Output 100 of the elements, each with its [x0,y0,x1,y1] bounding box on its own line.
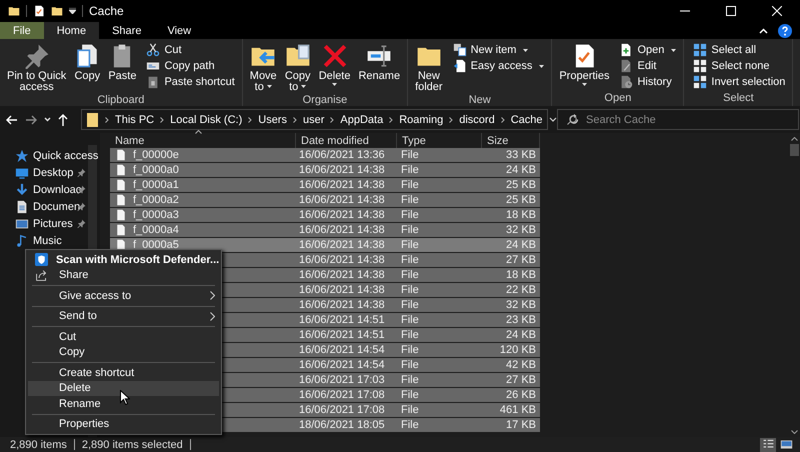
nav-item[interactable]: Downloac [33,184,82,196]
table-cell-text: File [400,254,420,266]
up-icon[interactable] [58,114,68,126]
ribbon-button[interactable]: Rename [355,42,404,83]
file-icon [115,224,127,236]
file-row[interactable]: f_0000a3 16/06/2021 14:38 File 18 KB [110,208,540,222]
ribbon-button[interactable]: Cut [143,42,238,58]
breadcrumb[interactable]: Users [258,114,287,126]
ribbon-button[interactable]: Copy [71,42,104,83]
chevron-right-icon [210,312,215,321]
scroll-down-icon[interactable] [790,430,798,434]
cursor-icon [120,390,130,405]
table-cell-text: 32 KB [505,299,537,311]
ribbon-button[interactable]: Invert selection [690,74,788,90]
forward-icon[interactable] [25,114,37,124]
breadcrumb[interactable]: Local Disk (C:) [170,114,242,126]
ribbon-button[interactable]: Copy to [282,42,314,94]
group-label: Select [722,92,755,106]
file-row[interactable]: f_0000a4 16/06/2021 14:38 File 32 KB [110,223,540,237]
folder-icon[interactable] [51,5,63,17]
properties-icon[interactable] [33,5,45,17]
table-cell-text: File [400,179,420,191]
table-cell-text: 25 KB [505,179,537,191]
ribbon-tab[interactable]: File [0,22,44,39]
breadcrumb[interactable]: AppData [340,114,384,126]
ribbon-button[interactable]: Paste shortcut [143,74,238,90]
folder-icon[interactable] [8,5,20,17]
scroll-thumb[interactable] [790,144,798,156]
table-cell-text: File [400,374,420,386]
ribbon-tab[interactable]: Home [44,22,100,39]
file-row[interactable]: f_00000e 16/06/2021 13:36 File 33 KB [110,148,540,162]
table-cell: f_0000a4 [133,224,179,236]
ribbon-button[interactable]: Copy path [143,58,238,74]
scroll-up-icon[interactable] [790,137,798,141]
ribbon-button[interactable]: History [616,74,680,90]
scissors-icon [146,43,160,57]
chevron-right-icon [500,116,505,122]
search-field[interactable]: Search Cache [557,109,799,130]
caret-icon [671,48,676,52]
breadcrumb[interactable]: Roaming [399,114,444,126]
file-row[interactable]: f_0000a2 16/06/2021 14:38 File 25 KB [110,193,540,207]
view-button[interactable] [760,438,776,452]
table-cell-text: File [400,239,420,251]
table-cell-text: 16/06/2021 13:36 [298,149,386,161]
scrollbar[interactable] [788,133,800,437]
caret-icon [332,83,338,86]
file-row[interactable]: f_0000a5 16/06/2021 14:38 File 24 KB [110,238,540,252]
table-cell-text: 27 KB [505,254,537,266]
menu-item[interactable]: Delete [28,380,219,396]
ribbon-button[interactable]: Select none [690,58,788,74]
chevron-down-icon[interactable] [548,117,556,122]
ribbon-button[interactable]: Move to [246,42,280,94]
table-cell-text: 16/06/2021 14:51 [298,329,386,341]
close-icon[interactable] [772,6,782,16]
maximize-icon[interactable] [726,6,736,16]
ribbon-button[interactable]: Easy access [450,58,548,74]
ribbon-button[interactable]: Pin to Quick access [4,42,70,94]
ribbon-tab[interactable]: View [154,22,204,39]
help-icon[interactable] [778,24,792,38]
breadcrumb[interactable]: Cache [510,114,542,126]
table-cell-text: 18 KB [505,209,537,221]
ribbon-button[interactable]: New folder [412,42,446,94]
table-cell-text: 16/06/2021 14:38 [298,284,386,296]
chevron-down-icon[interactable] [44,117,51,122]
ribbon-button[interactable]: Open [616,42,680,58]
customize-icon[interactable] [69,8,76,14]
table-cell-text: 16/06/2021 14:54 [298,344,386,356]
table-cell-text: File [400,194,420,206]
file-icon [115,194,127,206]
refresh-icon[interactable] [568,114,578,125]
ribbon-tab[interactable]: Share [99,22,154,39]
nav-item[interactable]: Pictures [33,218,73,230]
nav-item[interactable]: Desktop [33,166,74,178]
ribbon-button[interactable]: Edit [616,58,680,74]
nav-item[interactable]: Documen [33,200,80,212]
ribbon-button[interactable]: New item [450,42,548,58]
ribbon-button[interactable]: Paste [105,42,140,83]
select-all-icon [693,43,708,57]
ribbon-button[interactable]: Delete [316,42,354,89]
table-cell-text: File [400,419,420,431]
status-text: 2,890 items [10,438,67,450]
file-row[interactable]: f_0000a0 16/06/2021 14:38 File 24 KB [110,163,540,177]
collapse-icon[interactable] [759,28,768,34]
nav-item[interactable]: Music [33,234,62,246]
ribbon-button[interactable]: Properties [556,42,612,89]
table-cell-text: 16/06/2021 17:08 [298,404,386,416]
select-none-icon [693,59,708,73]
caret-icon [523,48,528,52]
table-cell-text: 16/06/2021 14:54 [298,359,386,371]
ribbon-button[interactable]: Select all [690,42,788,58]
breadcrumb[interactable]: This PC [115,114,154,126]
chevron-right-icon [449,116,454,122]
view-button[interactable] [778,438,794,452]
breadcrumb[interactable]: discord [459,114,495,126]
nav-item[interactable]: Quick access [33,150,98,162]
history-icon [619,75,634,89]
back-icon[interactable] [6,114,18,124]
table-cell-text: 16/06/2021 14:38 [298,239,386,251]
file-row[interactable]: f_0000a1 16/06/2021 14:38 File 25 KB [110,178,540,192]
breadcrumb[interactable]: user [302,114,324,126]
